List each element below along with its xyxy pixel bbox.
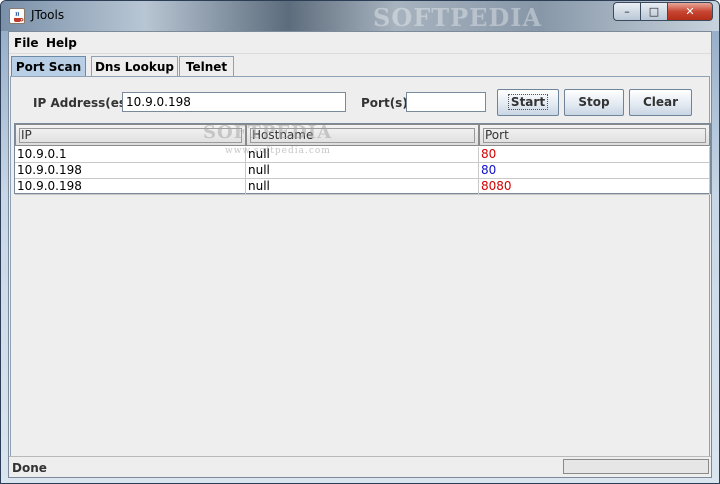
port-scan-panel: IP Address(es) Port(s) Start Stop Clear … [10,76,711,464]
cell-port: 80 [479,163,710,179]
column-header-port-label: Port [483,128,706,143]
table-row[interactable]: 10.9.0.198 null 80 [15,163,710,179]
status-bar: Done [9,456,711,477]
cell-hostname: null [246,163,479,179]
softpedia-url-watermark: www.softpedia.com [225,146,331,156]
close-button[interactable]: ✕ [667,2,713,21]
window-title: JTools [31,8,65,22]
cell-ip: 10.9.0.198 [15,179,246,195]
softpedia-watermark-table: SOFTPEDIA [203,122,333,143]
softpedia-watermark: SOFTPEDIA [373,3,543,32]
maximize-button[interactable]: □ [640,2,667,21]
menu-bar: File Help [9,32,711,54]
minimize-button[interactable]: – [613,2,640,21]
start-button-label: Start [507,94,549,110]
column-header-port[interactable]: Port [479,124,710,146]
window-controls: – □ ✕ [613,2,713,22]
cell-ip: 10.9.0.1 [15,147,246,163]
ip-address-label: IP Address(es) [33,96,132,110]
stop-button[interactable]: Stop [564,89,624,116]
application-window: JTools SOFTPEDIA – □ ✕ File Help Port Sc… [0,0,720,484]
tab-port-scan[interactable]: Port Scan [11,56,86,78]
ports-input[interactable] [406,92,486,112]
results-table: IP Hostname Port 10.9.0.1 null 80 10.9.0… [14,122,711,195]
ports-label: Port(s) [361,96,408,110]
client-area: File Help Port Scan Dns Lookup Telnet IP… [8,31,712,478]
title-bar[interactable]: JTools SOFTPEDIA – □ ✕ [1,1,719,32]
tab-telnet[interactable]: Telnet [179,56,234,77]
table-header: IP Hostname Port [15,124,710,146]
cell-ip: 10.9.0.198 [15,163,246,179]
java-cup-icon [9,8,25,24]
status-text: Done [12,461,47,475]
menu-file[interactable]: File [14,36,39,50]
cell-port: 80 [479,147,710,163]
tab-dns-lookup[interactable]: Dns Lookup [91,56,178,77]
cell-hostname: null [246,179,479,195]
start-button[interactable]: Start [497,89,559,116]
menu-help[interactable]: Help [46,36,77,50]
table-row[interactable]: 10.9.0.198 null 8080 [15,179,710,195]
progress-bar [563,459,709,474]
cell-port: 8080 [479,179,710,195]
clear-button[interactable]: Clear [629,89,692,116]
table-row[interactable]: 10.9.0.1 null 80 [15,147,710,163]
ip-address-input[interactable] [122,92,346,112]
